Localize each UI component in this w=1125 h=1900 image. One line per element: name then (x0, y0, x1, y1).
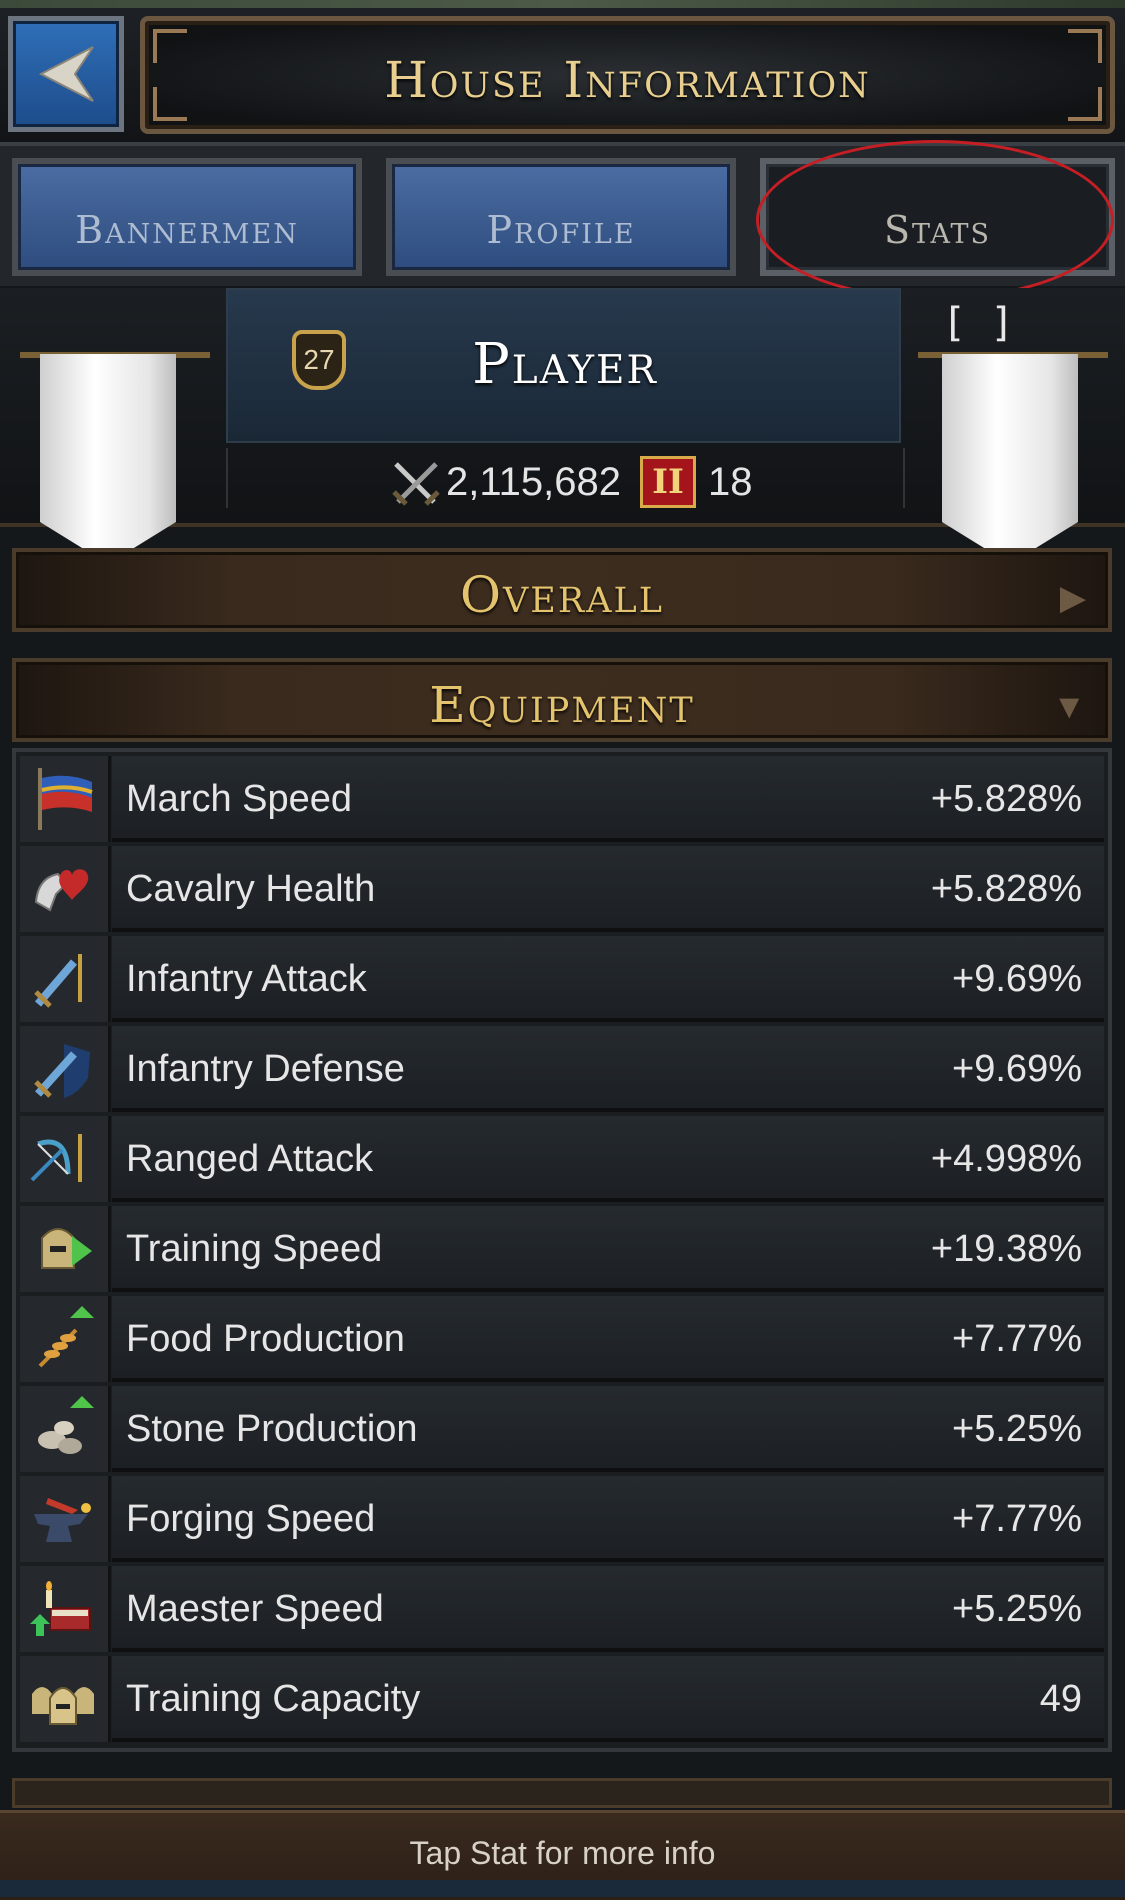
page-title: House Information (384, 51, 871, 109)
food-production-icon (20, 1296, 111, 1382)
stat-value: +7.77% (952, 1318, 1082, 1360)
crossed-swords-icon (392, 462, 440, 506)
stat-body: Training Capacity 49 (112, 1656, 1104, 1742)
rank-badge: II (640, 456, 696, 508)
tab-stats[interactable]: Stats (760, 158, 1115, 276)
tab-bannermen[interactable]: Bannermen (12, 158, 362, 276)
stat-body: March Speed +5.828% (112, 756, 1104, 842)
stat-label: Training Speed (126, 1228, 383, 1270)
section-title: Overall (460, 566, 664, 624)
stat-value: +9.69% (952, 958, 1082, 1000)
stat-row-training-speed[interactable]: Training Speed +19.38% (20, 1206, 1104, 1292)
march-speed-icon (20, 756, 111, 842)
back-button[interactable] (8, 16, 124, 132)
stat-label: March Speed (126, 778, 353, 820)
stat-value: +5.25% (952, 1588, 1082, 1630)
infantry-defense-icon (20, 1026, 111, 1112)
tab-label: Bannermen (75, 208, 299, 252)
stat-row-ranged-attack[interactable]: Ranged Attack +4.998% (20, 1116, 1104, 1202)
stat-body: Ranged Attack +4.998% (112, 1116, 1104, 1202)
house-banner-right[interactable] (942, 354, 1078, 564)
tab-bar: Bannermen Profile Stats (0, 146, 1125, 286)
stat-row-forging-speed[interactable]: Forging Speed +7.77% (20, 1476, 1104, 1562)
stat-row-infantry-defense[interactable]: Infantry Defense +9.69% (20, 1026, 1104, 1112)
stat-label: Infantry Defense (126, 1048, 405, 1090)
stat-label: Ranged Attack (126, 1138, 374, 1180)
forging-speed-icon (20, 1476, 111, 1562)
stat-row-stone-production[interactable]: Stone Production +5.25% (20, 1386, 1104, 1472)
stat-label: Infantry Attack (126, 958, 367, 1000)
stat-body: Forging Speed +7.77% (112, 1476, 1104, 1562)
stat-body: Training Speed +19.38% (112, 1206, 1104, 1292)
infantry-attack-icon (20, 936, 111, 1022)
cavalry-health-icon (20, 846, 111, 932)
tab-profile[interactable]: Profile (386, 158, 736, 276)
stat-value: +19.38% (930, 1228, 1082, 1270)
tab-label: Profile (486, 208, 636, 252)
stone-production-icon (20, 1386, 111, 1472)
player-panel: [ ] 27 Player 2,115,682 II 18 (0, 288, 1125, 564)
stat-value: +7.77% (952, 1498, 1082, 1540)
alliance-tag: [ ] (942, 300, 1015, 346)
training-speed-icon (20, 1206, 111, 1292)
stat-body: Food Production +7.77% (112, 1296, 1104, 1382)
stat-body: Maester Speed +5.25% (112, 1566, 1104, 1652)
stat-row-infantry-attack[interactable]: Infantry Attack +9.69% (20, 936, 1104, 1022)
stat-value: +5.25% (952, 1408, 1082, 1450)
stat-value: +5.828% (930, 778, 1082, 820)
section-overall[interactable]: Overall ▶ (12, 548, 1112, 632)
stat-row-training-capacity[interactable]: Training Capacity 49 (20, 1656, 1104, 1742)
stat-value: +9.69% (952, 1048, 1082, 1090)
player-name: Player (472, 332, 658, 397)
chevron-right-icon: ▶ (1059, 579, 1086, 617)
stat-label: Cavalry Health (126, 868, 376, 910)
stat-body: Stone Production +5.25% (112, 1386, 1104, 1472)
house-banner-left[interactable] (40, 354, 176, 564)
rank-value: 18 (708, 460, 753, 504)
header-bar: House Information (0, 0, 1125, 146)
stat-value: 49 (1039, 1678, 1082, 1720)
section-title: Equipment (429, 676, 695, 734)
stat-row-food-production[interactable]: Food Production +7.77% (20, 1296, 1104, 1382)
stat-value: +4.998% (930, 1138, 1082, 1180)
stat-row-cavalry-health[interactable]: Cavalry Health +5.828% (20, 846, 1104, 932)
stat-label: Maester Speed (126, 1588, 384, 1630)
footer-hint: Tap Stat for more info (409, 1835, 716, 1871)
chevron-down-icon: ▼ (1052, 688, 1086, 726)
level-badge: 27 (292, 330, 346, 390)
maester-speed-icon (20, 1566, 111, 1652)
training-capacity-icon (20, 1656, 111, 1742)
bottom-edge (0, 1880, 1125, 1897)
stats-list: March Speed +5.828% Cavalry Health +5.82… (12, 748, 1112, 1752)
stat-label: Forging Speed (126, 1498, 376, 1540)
stat-body: Cavalry Health +5.828% (112, 846, 1104, 932)
title-plate: House Information (140, 16, 1115, 134)
power-value: 2,115,682 (446, 460, 621, 504)
stat-label: Stone Production (126, 1408, 418, 1450)
stat-label: Training Capacity (126, 1678, 421, 1720)
stat-row-maester-speed[interactable]: Maester Speed +5.25% (20, 1566, 1104, 1652)
stat-body: Infantry Attack +9.69% (112, 936, 1104, 1022)
stat-value: +5.828% (930, 868, 1082, 910)
stat-row-march-speed[interactable]: March Speed +5.828% (20, 756, 1104, 842)
stat-label: Food Production (126, 1318, 405, 1360)
stat-body: Infantry Defense +9.69% (112, 1026, 1104, 1112)
tab-label: Stats (883, 208, 992, 252)
next-section-edge (12, 1778, 1112, 1808)
ranged-attack-icon (20, 1116, 111, 1202)
section-equipment[interactable]: Equipment ▼ (12, 658, 1112, 742)
back-arrow-icon (38, 46, 94, 102)
